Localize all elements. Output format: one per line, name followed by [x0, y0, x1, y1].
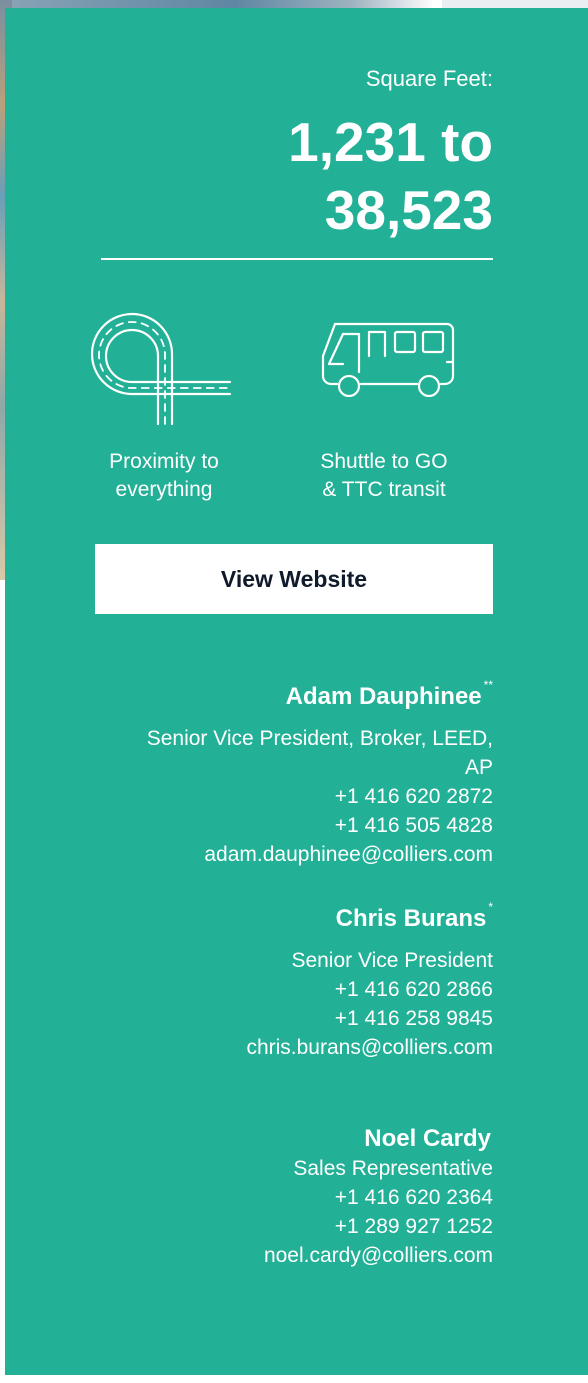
contact-phone-link[interactable]: +1 416 258 9845	[33, 1004, 493, 1033]
feature-proximity-label: Proximity to everything	[69, 448, 259, 504]
contact-title: Senior Vice President, Broker, LEED,	[146, 727, 493, 750]
listing-info-panel: Square Feet: 1,231 to 38,523 Proximity t…	[5, 8, 588, 1375]
contact-name: Noel Cardy	[33, 1118, 493, 1154]
feature-shuttle-line2: & TTC transit	[322, 478, 446, 501]
feature-shuttle-label: Shuttle to GO & TTC transit	[289, 448, 479, 504]
shuttle-bus-icon	[305, 304, 465, 434]
contact-card: Chris Burans * Senior Vice President +1 4…	[33, 898, 493, 1062]
contact-card: Adam Dauphinee ** Senior Vice President, …	[33, 676, 493, 869]
contact-phone-link[interactable]: +1 416 505 4828	[33, 811, 493, 840]
view-website-button[interactable]: View Website	[95, 544, 493, 614]
contact-name-text: Chris Burans	[335, 905, 487, 932]
contact-title: Sales Representative	[293, 1157, 493, 1180]
contact-name: Adam Dauphinee **	[33, 676, 493, 712]
feature-proximity-line1: Proximity to	[109, 450, 219, 473]
contact-marker: *	[488, 900, 493, 914]
contact-email-link[interactable]: chris.burans@colliers.com	[33, 1033, 493, 1062]
square-feet-label: Square Feet:	[365, 66, 493, 91]
divider-rule	[101, 258, 493, 260]
contact-name-text: Adam Dauphinee	[285, 683, 482, 710]
contact-name-text: Noel Cardy	[364, 1125, 491, 1152]
contact-phone-link[interactable]: +1 416 620 2364	[33, 1183, 493, 1212]
contact-title-continued: AP	[464, 756, 493, 779]
contact-phone-link[interactable]: +1 416 620 2872	[33, 782, 493, 811]
feature-shuttle-line1: Shuttle to GO	[320, 450, 448, 473]
contact-name: Chris Burans *	[33, 898, 493, 934]
contact-phone-link[interactable]: +1 289 927 1252	[33, 1212, 493, 1241]
contact-phone-link[interactable]: +1 416 620 2866	[33, 975, 493, 1004]
road-interchange-icon	[90, 304, 250, 434]
square-feet-range-line1: 1,231 to	[288, 111, 493, 173]
square-feet-range: 1,231 to 38,523	[73, 108, 493, 244]
contact-marker: **	[483, 678, 493, 692]
contact-email-link[interactable]: noel.cardy@colliers.com	[33, 1241, 493, 1270]
contact-email-link[interactable]: adam.dauphinee@colliers.com	[33, 840, 493, 869]
contact-card: Noel Cardy Sales Representative +1 416 6…	[33, 1118, 493, 1270]
feature-proximity-line2: everything	[115, 478, 213, 501]
square-feet-range-line2: 38,523	[324, 179, 493, 241]
contact-title: Senior Vice President	[291, 949, 493, 972]
